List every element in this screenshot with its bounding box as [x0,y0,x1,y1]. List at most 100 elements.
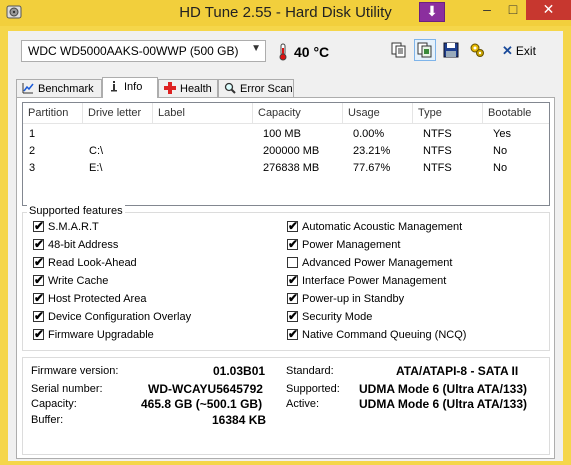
partition-drive-letter: E:\ [89,162,103,174]
tab-health[interactable]: Health [158,79,218,97]
partition-bootable: Yes [493,128,511,140]
column-header-drive-letter[interactable]: Drive letter [83,103,153,123]
temperature-readout: 40 °C [294,44,330,60]
checkbox-checked-icon[interactable]: ✔ [287,219,298,233]
check-mark-icon: ✔ [34,291,45,305]
partition-list-header: Partition Drive letter Label Capacity Us… [23,103,549,124]
active-label: Active: [286,398,320,410]
feature-label: Security Mode [302,311,373,323]
feature-label: Device Configuration Overlay [48,311,192,323]
supported-value: UDMA Mode 6 (Ultra ATA/133) [359,382,528,396]
check-mark-icon: ✔ [34,255,45,269]
feature-label: Native Command Queuing (NCQ) [302,329,467,341]
tab-health-label: Health [180,83,212,95]
supported-label: Supported: [286,383,340,395]
health-icon [164,82,176,94]
copy-text-icon[interactable] [388,39,410,61]
checkbox-checked-icon[interactable]: ✔ [287,273,298,287]
checkbox-checked-icon[interactable]: ✔ [33,237,45,251]
checkbox-checked-icon[interactable]: ✔ [33,327,44,341]
partition-type: NTFS [423,128,452,140]
feature-label: Host Protected Area [48,293,147,305]
supported-features-group: Supported features ✔ S.M.A.R.T ✔ 48-bit Add… [22,205,550,351]
column-header-label[interactable]: Label [153,103,253,123]
partition-type: NTFS [423,162,452,174]
options-icon[interactable] [466,39,488,61]
partition-capacity: 276838 MB [263,162,320,174]
partition-capacity: 200000 MB [263,145,320,157]
checkbox-checked-icon[interactable]: ✔ [287,309,299,323]
standard-value: ATA/ATAPI-8 - SATA II [396,364,519,378]
copy-screenshot-icon[interactable] [414,39,436,61]
tab-benchmark-label: Benchmark [38,83,94,95]
partition-capacity: 100 MB [263,128,301,140]
column-header-capacity[interactable]: Capacity [253,103,343,123]
exit-label: Exit [515,44,536,58]
partition-list[interactable]: Partition Drive letter Label Capacity Us… [22,102,550,206]
checkbox-unchecked-icon[interactable] [287,257,298,268]
partition-usage: 77.67% [353,162,391,174]
checkbox-checked-icon[interactable]: ✔ [33,219,45,233]
feature-label: Interface Power Management [302,275,447,287]
partition-drive-letter: C:\ [89,145,104,157]
partition-type: NTFS [423,145,452,157]
check-mark-icon: ✔ [288,309,299,323]
partition-bootable: No [493,145,508,157]
drive-select[interactable]: WDC WD5000AAKS-00WWP (500 GB) ▼ [21,40,266,62]
feature-label: S.M.A.R.T [48,221,99,233]
checkbox-checked-icon[interactable]: ✔ [33,255,45,269]
checkbox-checked-icon[interactable]: ✔ [287,291,299,305]
close-icon[interactable]: ✕ [526,0,571,20]
partition-label [153,143,159,160]
partition-row[interactable]: 3 E:\ 276838 MB 77.67% NTFS No [23,160,549,177]
column-header-partition[interactable]: Partition [23,103,83,123]
maximize-icon[interactable]: □ [500,0,526,20]
partition-number: 2 [29,145,36,157]
checkbox-checked-icon[interactable]: ✔ [33,273,45,287]
check-mark-icon: ✔ [34,273,45,287]
minimize-icon[interactable]: – [474,0,500,20]
tab-info[interactable]: Info [102,77,158,98]
feature-label: Advanced Power Management [302,257,453,269]
drive-select-value: WDC WD5000AAKS-00WWP (500 GB) [28,44,239,58]
feature-label: Power Management [302,239,401,251]
download-arrow-icon[interactable]: ⬇ [419,2,445,22]
check-mark-icon: ✔ [34,237,45,251]
checkbox-checked-icon[interactable]: ✔ [287,327,299,341]
column-header-bootable[interactable]: Bootable [483,103,549,123]
active-value: UDMA Mode 6 (Ultra ATA/133) [359,397,528,411]
checkbox-checked-icon[interactable]: ✔ [33,291,45,305]
thermometer-icon [279,43,287,61]
exit-button[interactable]: ✕ Exit [502,40,552,62]
tab-benchmark[interactable]: Benchmark [16,79,102,97]
feature-label: Power-up in Standby [302,293,405,305]
partition-row[interactable]: 1 100 MB 0.00% NTFS Yes [23,126,549,143]
feature-label: Write Cache [48,275,109,287]
checkbox-checked-icon[interactable]: ✔ [287,237,298,251]
feature-label: 48-bit Address [48,239,119,251]
partition-label [153,126,159,143]
standard-label: Standard: [286,365,334,377]
partition-number: 1 [29,128,36,140]
window-client: WDC WD5000AAKS-00WWP (500 GB) ▼ 40 °C ✕ E… [8,31,563,461]
column-header-type[interactable]: Type [413,103,483,123]
firmware-label: Firmware version: [31,365,119,377]
check-mark-icon: ✔ [288,327,299,341]
title-bar[interactable]: HD Tune 2.55 - Hard Disk Utility ⬇ – □ ✕ [0,0,571,26]
tab-info-label: Info [124,81,143,93]
partition-usage: 0.00% [353,128,385,140]
save-icon[interactable] [440,39,462,61]
checkbox-checked-icon[interactable]: ✔ [33,309,44,323]
info-panel: Partition Drive letter Label Capacity Us… [16,97,555,459]
column-header-usage[interactable]: Usage [343,103,413,123]
capacity-label: Capacity: [31,398,77,410]
partition-row[interactable]: 2 C:\ 200000 MB 23.21% NTFS No [23,143,549,160]
buffer-label: Buffer: [31,414,64,426]
magnifier-icon [224,82,236,94]
serial-value: WD-WCAYU5645792 [148,382,263,396]
partition-number: 3 [29,162,36,174]
feature-label: Automatic Acoustic Management [302,221,463,233]
check-mark-icon: ✔ [288,291,299,305]
tab-error-scan[interactable]: Error Scan [218,79,294,97]
check-mark-icon: ✔ [34,219,45,233]
